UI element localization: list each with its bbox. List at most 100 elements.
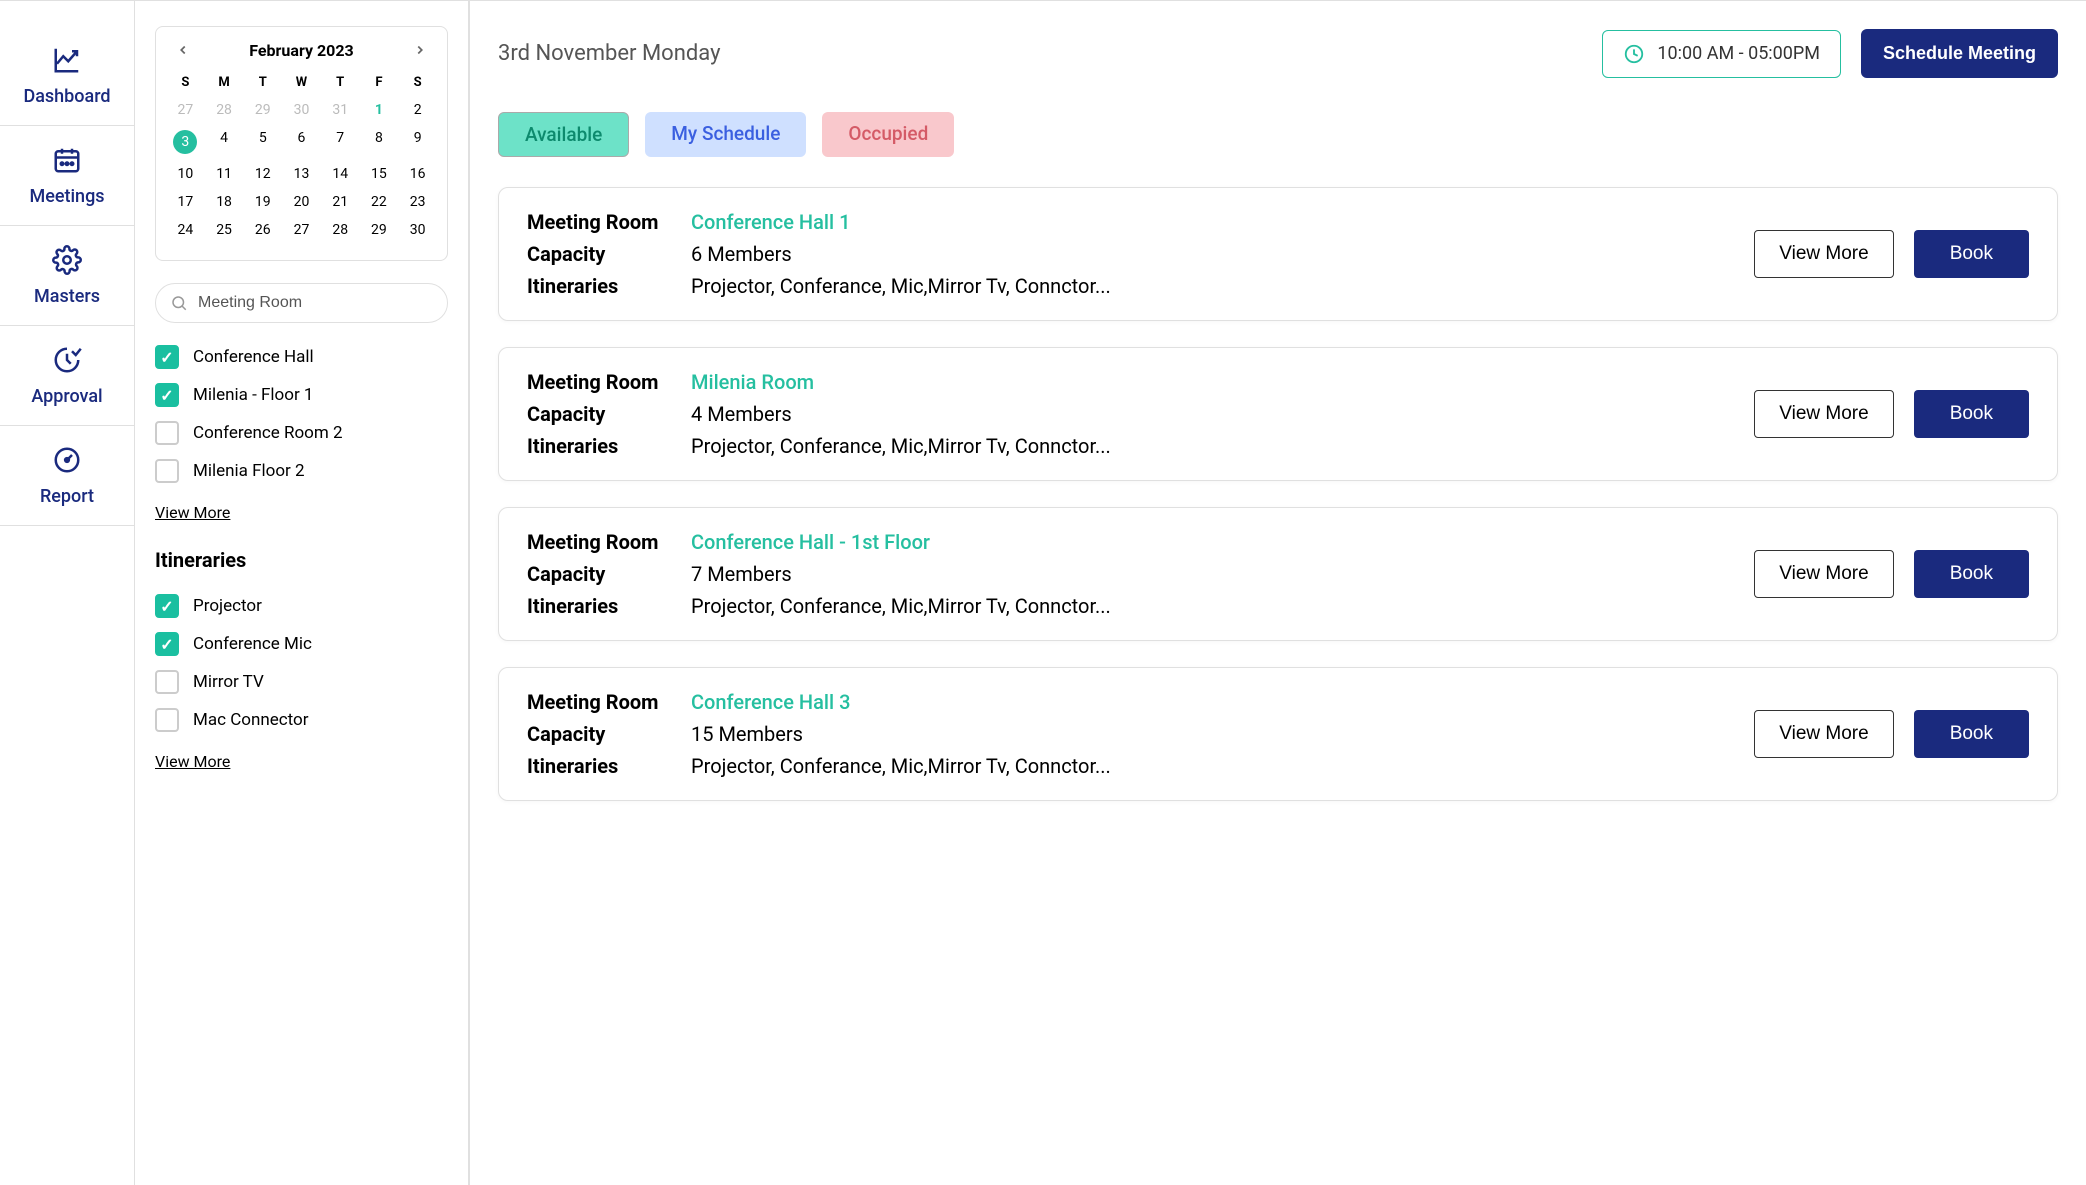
nav-approval[interactable]: Approval (0, 326, 134, 426)
room-checkbox[interactable] (155, 383, 179, 407)
calendar-day[interactable]: 22 (360, 188, 399, 216)
itinerary-checkbox[interactable] (155, 594, 179, 618)
calendar-day[interactable]: 10 (166, 160, 205, 188)
calendar-day[interactable]: 4 (205, 124, 244, 160)
calendar-day[interactable]: 12 (243, 160, 282, 188)
calendar-day[interactable]: 5 (243, 124, 282, 160)
itinerary-filter-row: Conference Mic (155, 632, 448, 656)
calendar-day[interactable]: 24 (166, 216, 205, 244)
calendar-day[interactable]: 28 (205, 96, 244, 124)
time-range-pill[interactable]: 10:00 AM - 05:00PM (1602, 30, 1841, 78)
calendar-day[interactable]: 9 (398, 124, 437, 160)
room-checkbox[interactable] (155, 459, 179, 483)
itinerary-label: Projector (193, 596, 262, 616)
nav-label: Masters (34, 286, 100, 307)
calendar-day[interactable]: 7 (321, 124, 360, 160)
label-itineraries: Itineraries (527, 434, 677, 458)
calendar-prev-icon[interactable] (172, 39, 194, 61)
label-itineraries: Itineraries (527, 594, 677, 618)
calendar-icon (51, 144, 83, 176)
calendar-day[interactable]: 29 (243, 96, 282, 124)
view-more-button[interactable]: View More (1754, 390, 1893, 438)
calendar-day[interactable]: 23 (398, 188, 437, 216)
itineraries-filter-group: ProjectorConference MicMirror TVMac Conn… (155, 594, 448, 732)
calendar-day[interactable]: 16 (398, 160, 437, 188)
book-button[interactable]: Book (1914, 390, 2029, 438)
calendar-day[interactable]: 30 (282, 96, 321, 124)
calendar-day[interactable]: 17 (166, 188, 205, 216)
calendar-day[interactable]: 15 (360, 160, 399, 188)
book-button[interactable]: Book (1914, 230, 2029, 278)
tab-my-schedule[interactable]: My Schedule (645, 112, 806, 157)
view-more-button[interactable]: View More (1754, 710, 1893, 758)
calendar-day[interactable]: 8 (360, 124, 399, 160)
calendar-day[interactable]: 27 (282, 216, 321, 244)
time-range-text: 10:00 AM - 05:00PM (1657, 43, 1820, 64)
label-meeting-room: Meeting Room (527, 690, 677, 714)
calendar-day[interactable]: 14 (321, 160, 360, 188)
nav-dashboard[interactable]: Dashboard (0, 26, 134, 126)
calendar-day[interactable]: 6 (282, 124, 321, 160)
room-actions: View More Book (1754, 710, 2029, 758)
calendar-day[interactable]: 30 (398, 216, 437, 244)
room-view-more-link[interactable]: View More (155, 503, 230, 522)
calendar-day[interactable]: 3 (166, 124, 205, 160)
nav-meetings[interactable]: Meetings (0, 126, 134, 226)
tab-available[interactable]: Available (498, 112, 629, 157)
room-card: Meeting Room Milenia Room Capacity 4 Mem… (498, 347, 2058, 481)
itinerary-checkbox[interactable] (155, 708, 179, 732)
room-card: Meeting Room Conference Hall 3 Capacity … (498, 667, 2058, 801)
itinerary-label: Mirror TV (193, 672, 264, 692)
calendar-day[interactable]: 13 (282, 160, 321, 188)
room-checkbox[interactable] (155, 345, 179, 369)
date-title: 3rd November Monday (498, 41, 721, 66)
room-filter-row: Milenia Floor 2 (155, 459, 448, 483)
calendar-day[interactable]: 28 (321, 216, 360, 244)
view-more-button[interactable]: View More (1754, 550, 1893, 598)
calendar-dow: S (398, 69, 437, 96)
book-button[interactable]: Book (1914, 550, 2029, 598)
side-nav: Dashboard Meetings Masters Approval Repo… (0, 1, 135, 1185)
calendar-day[interactable]: 2 (398, 96, 437, 124)
label-capacity: Capacity (527, 402, 677, 426)
calendar-day[interactable]: 27 (166, 96, 205, 124)
label-itineraries: Itineraries (527, 754, 677, 778)
search-input-wrapper[interactable] (155, 283, 448, 323)
nav-label: Approval (31, 386, 102, 407)
room-capacity: 7 Members (691, 562, 1111, 586)
calendar-day[interactable]: 31 (321, 96, 360, 124)
calendar-day[interactable]: 20 (282, 188, 321, 216)
tab-occupied[interactable]: Occupied (822, 112, 954, 157)
calendar-day[interactable]: 19 (243, 188, 282, 216)
room-name: Conference Hall 1 (691, 210, 1111, 234)
room-name: Milenia Room (691, 370, 1111, 394)
itineraries-view-more-link[interactable]: View More (155, 752, 230, 771)
itinerary-filter-row: Mirror TV (155, 670, 448, 694)
itinerary-filter-row: Projector (155, 594, 448, 618)
room-list: Meeting Room Conference Hall 1 Capacity … (498, 187, 2058, 801)
schedule-meeting-button[interactable]: Schedule Meeting (1861, 29, 2058, 78)
calendar-day[interactable]: 25 (205, 216, 244, 244)
calendar-day[interactable]: 1 (360, 96, 399, 124)
calendar-day[interactable]: 18 (205, 188, 244, 216)
calendar-title: February 2023 (249, 41, 353, 60)
view-more-button[interactable]: View More (1754, 230, 1893, 278)
calendar-day[interactable]: 26 (243, 216, 282, 244)
room-checkbox[interactable] (155, 421, 179, 445)
calendar-grid: SMTWTFS272829303112345678910111213141516… (166, 69, 437, 244)
search-input[interactable] (198, 294, 433, 312)
search-icon (170, 294, 188, 312)
calendar-day[interactable]: 21 (321, 188, 360, 216)
room-itineraries: Projector, Conferance, Mic,Mirror Tv, Co… (691, 274, 1111, 298)
itinerary-checkbox[interactable] (155, 632, 179, 656)
book-button[interactable]: Book (1914, 710, 2029, 758)
label-meeting-room: Meeting Room (527, 210, 677, 234)
calendar-day[interactable]: 11 (205, 160, 244, 188)
calendar-dow: S (166, 69, 205, 96)
calendar-day[interactable]: 29 (360, 216, 399, 244)
nav-report[interactable]: Report (0, 426, 134, 526)
nav-masters[interactable]: Masters (0, 226, 134, 326)
itinerary-checkbox[interactable] (155, 670, 179, 694)
calendar-next-icon[interactable] (409, 39, 431, 61)
calendar: February 2023 SMTWTFS2728293031123456789… (155, 26, 448, 261)
